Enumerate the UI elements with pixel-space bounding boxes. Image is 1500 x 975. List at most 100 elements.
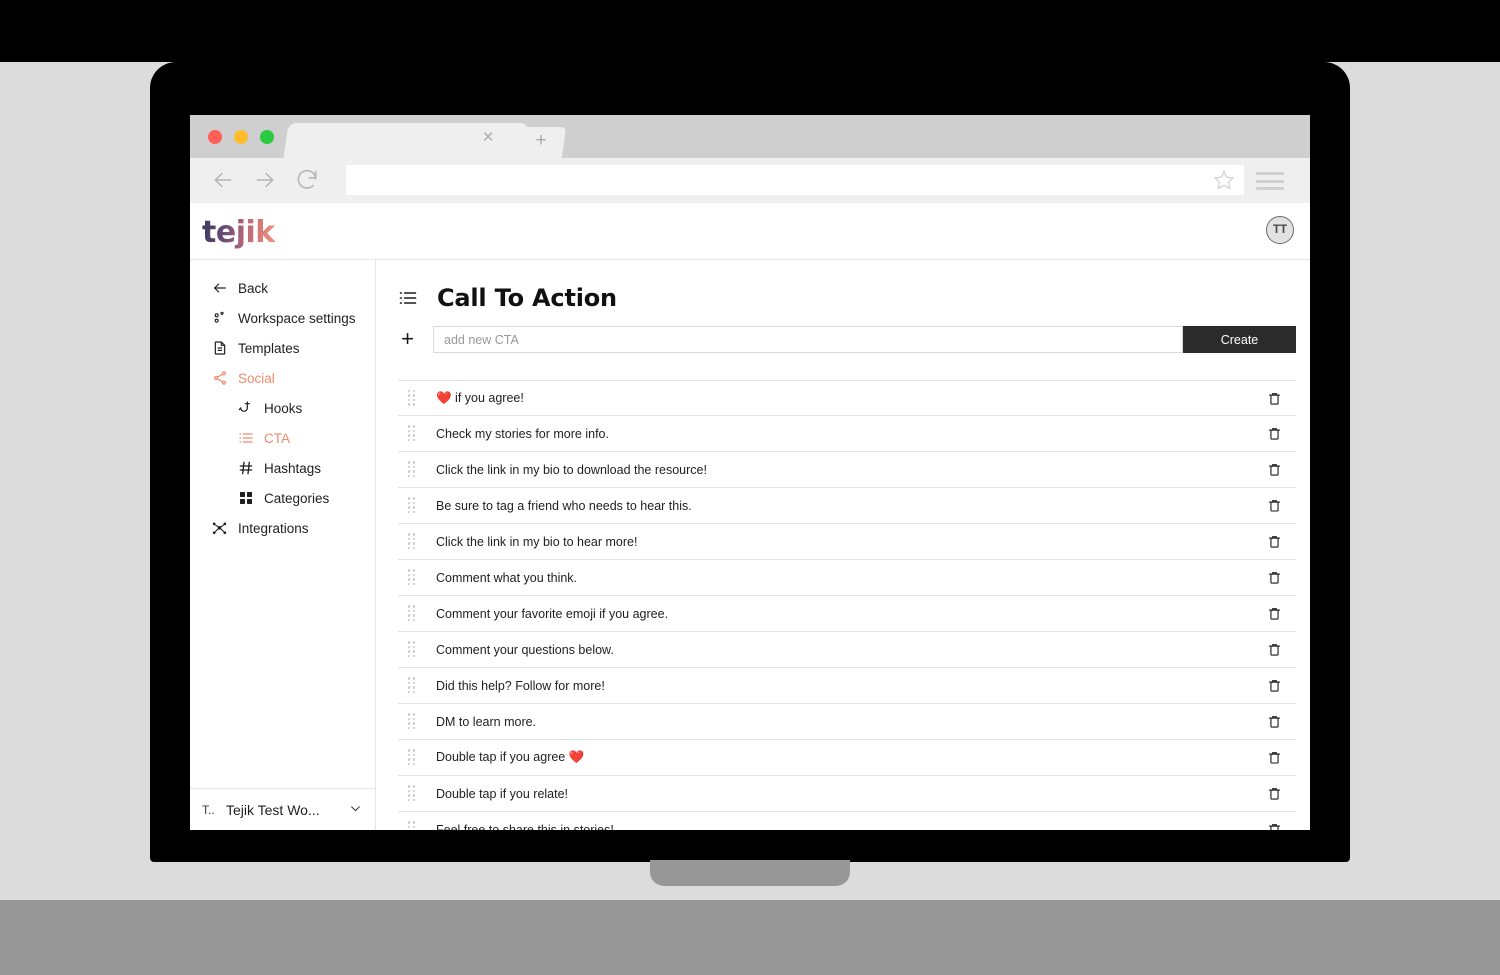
sidebar-item-label: CTA	[264, 430, 290, 446]
sidebar-item-cta[interactable]: CTA	[190, 423, 375, 453]
drag-handle-icon[interactable]	[408, 749, 422, 766]
delete-icon[interactable]	[1264, 820, 1284, 830]
sidebar-item-label: Workspace settings	[238, 310, 356, 326]
create-button[interactable]: Create	[1183, 326, 1296, 353]
share-icon	[211, 370, 228, 387]
cta-text: Be sure to tag a friend who needs to hea…	[436, 498, 692, 513]
cta-row[interactable]: Click the link in my bio to download the…	[398, 452, 1296, 488]
cta-row[interactable]: Feel free to share this in stories!	[398, 812, 1296, 830]
sidebar-item-categories[interactable]: Categories	[190, 483, 375, 513]
cta-row[interactable]: Did this help? Follow for more!	[398, 668, 1296, 704]
browser-toolbar	[190, 158, 1310, 203]
tab-close-icon[interactable]: ×	[478, 128, 498, 149]
browser-nav-controls	[210, 167, 320, 193]
workspace-switcher[interactable]: T.. Tejik Test Wo...	[190, 788, 375, 830]
delete-icon[interactable]	[1264, 784, 1284, 804]
drag-handle-icon[interactable]	[408, 461, 422, 478]
background-lower	[0, 900, 1500, 975]
sidebar: Back Workspace settings Templates Social…	[190, 260, 376, 830]
sidebar-item-templates[interactable]: Templates	[190, 333, 375, 363]
cta-row[interactable]: ❤️ if you agree!	[398, 380, 1296, 416]
sidebar-item-workspace-settings[interactable]: Workspace settings	[190, 303, 375, 333]
fish-hook-icon	[237, 400, 254, 417]
sidebar-item-label: Hashtags	[264, 460, 322, 476]
hashtag-icon	[237, 460, 254, 477]
sidebar-item-hooks[interactable]: Hooks	[190, 393, 375, 423]
drag-handle-icon[interactable]	[408, 497, 422, 514]
cta-row[interactable]: Double tap if you relate!	[398, 776, 1296, 812]
minimize-window-button[interactable]	[234, 130, 248, 144]
drag-handle-icon[interactable]	[408, 389, 422, 406]
list-icon	[398, 288, 418, 308]
drag-handle-icon[interactable]	[408, 821, 422, 831]
browser-window: × + tejik TT Back Workspace settings Tem…	[190, 115, 1310, 830]
sidebar-item-social[interactable]: Social	[190, 363, 375, 393]
delete-icon[interactable]	[1264, 568, 1284, 588]
drag-handle-icon[interactable]	[408, 713, 422, 730]
cta-text: ❤️ if you agree!	[436, 390, 524, 405]
forward-arrow-icon[interactable]	[252, 167, 278, 193]
tejik-logo[interactable]: tejik	[202, 215, 275, 250]
window-controls	[208, 130, 274, 144]
delete-icon[interactable]	[1264, 712, 1284, 732]
grid-icon	[237, 490, 254, 507]
cta-row[interactable]: Double tap if you agree ❤️	[398, 740, 1296, 776]
drag-handle-icon[interactable]	[408, 605, 422, 622]
screenshot-scene: × + tejik TT Back Workspace settings Tem…	[0, 0, 1500, 975]
drag-handle-icon[interactable]	[408, 569, 422, 586]
drag-handle-icon[interactable]	[408, 677, 422, 694]
drag-handle-icon[interactable]	[408, 785, 422, 802]
cta-text: Click the link in my bio to hear more!	[436, 534, 638, 549]
cta-text: Comment your questions below.	[436, 642, 614, 657]
sidebar-item-back[interactable]: Back	[190, 273, 375, 303]
cta-text: DM to learn more.	[436, 714, 537, 729]
url-bar[interactable]	[346, 165, 1244, 195]
cta-row[interactable]: Comment your questions below.	[398, 632, 1296, 668]
reload-icon[interactable]	[294, 167, 320, 193]
sidebar-item-label: Templates	[238, 340, 300, 356]
delete-icon[interactable]	[1264, 676, 1284, 696]
cta-list: ❤️ if you agree! Check my stories for mor…	[398, 380, 1296, 830]
delete-icon[interactable]	[1264, 460, 1284, 480]
drag-handle-icon[interactable]	[408, 533, 422, 550]
drag-handle-icon[interactable]	[408, 425, 422, 442]
sidebar-item-label: Back	[238, 280, 269, 296]
cta-row[interactable]: DM to learn more.	[398, 704, 1296, 740]
cta-row[interactable]: Check my stories for more info.	[398, 416, 1296, 452]
avatar[interactable]: TT	[1266, 216, 1294, 244]
close-window-button[interactable]	[208, 130, 222, 144]
delete-icon[interactable]	[1264, 640, 1284, 660]
browser-menu-icon[interactable]	[1256, 172, 1284, 190]
delete-icon[interactable]	[1264, 388, 1284, 408]
cta-row[interactable]: Comment what you think.	[398, 560, 1296, 596]
workspace-avatar: T..	[202, 802, 215, 817]
cta-row[interactable]: Comment your favorite emoji if you agree…	[398, 596, 1296, 632]
bookmark-star-icon[interactable]	[1213, 169, 1235, 191]
maximize-window-button[interactable]	[260, 130, 274, 144]
plus-icon: +	[535, 130, 547, 151]
cta-text: Click the link in my bio to download the…	[436, 462, 707, 477]
cta-row[interactable]: Click the link in my bio to hear more!	[398, 524, 1296, 560]
delete-icon[interactable]	[1264, 424, 1284, 444]
sidebar-item-label: Social	[238, 370, 275, 386]
sidebar-item-integrations[interactable]: Integrations	[190, 513, 375, 543]
workspace-name: Tejik Test Wo...	[226, 801, 320, 818]
app-body: Back Workspace settings Templates Social…	[190, 260, 1310, 830]
delete-icon[interactable]	[1264, 604, 1284, 624]
sidebar-item-label: Hooks	[264, 400, 303, 416]
sidebar-item-label: Integrations	[238, 520, 309, 536]
drag-handle-icon[interactable]	[408, 641, 422, 658]
cta-row[interactable]: Be sure to tag a friend who needs to hea…	[398, 488, 1296, 524]
laptop-base-notch	[650, 860, 850, 886]
app-header: tejik TT	[190, 203, 1310, 260]
add-cta-input[interactable]	[433, 326, 1183, 353]
delete-icon[interactable]	[1264, 496, 1284, 516]
delete-icon[interactable]	[1264, 748, 1284, 768]
tejik-application: tejik TT Back Workspace settings Templat…	[190, 203, 1310, 830]
arrow-left-icon	[211, 280, 228, 297]
cta-text: Did this help? Follow for more!	[436, 678, 605, 693]
back-arrow-icon[interactable]	[210, 167, 236, 193]
add-cta-row: + Create	[398, 326, 1296, 353]
sidebar-item-hashtags[interactable]: Hashtags	[190, 453, 375, 483]
delete-icon[interactable]	[1264, 532, 1284, 552]
